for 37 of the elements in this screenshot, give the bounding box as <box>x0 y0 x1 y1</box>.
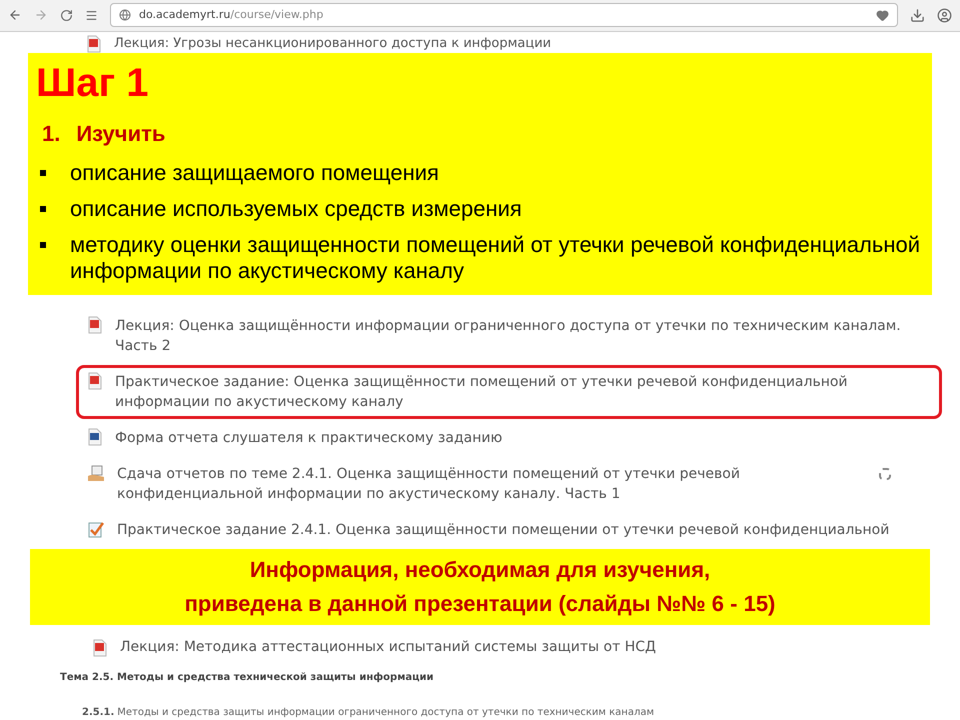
bullet-icon <box>40 206 46 212</box>
bullet-text: описание используемых средств измерения <box>70 196 523 222</box>
activity-link[interactable]: Практическое задание 2.4.1. Оценка защищённости помещении от утечки речевой конфиденциальной <box>117 520 931 540</box>
document-file-icon <box>87 428 103 446</box>
info-text: Информация, необходимая для изучения, <box>250 556 710 584</box>
list-number: 1. <box>42 120 60 148</box>
bullet-icon <box>40 170 46 176</box>
section-link[interactable]: Методы и средства защиты информации ограниченного доступа от утечки по техническим каналам <box>117 705 654 720</box>
pdf-file-icon <box>87 372 103 390</box>
url-text: do.academyrt.ru/course/view.php <box>139 7 324 24</box>
topic-heading: Тема 2.5. Методы и средства технической защиты информации <box>59 671 435 685</box>
activity-link[interactable]: Лекция: Оценка защищённости информации ограниченного доступа от утечки по техническим каналам. Часть 2 <box>115 316 931 356</box>
checked-paper-icon <box>87 520 105 538</box>
activity-link[interactable]: Лекция: Методика аттестационных испытаний системы защиты от НСД <box>120 637 656 658</box>
pdf-file-icon <box>92 638 108 656</box>
section-number: 2.5.1. <box>82 706 114 720</box>
activity-link[interactable]: Лекция: Угрозы несанкционированного доступа к информации <box>114 36 552 51</box>
pdf-file-icon <box>86 34 102 53</box>
info-text: приведена в данной презентации (слайды №№ 6 - 15) <box>184 590 776 618</box>
bullet-text: методику оценки защищенности помещений от утечки речевой конфиденциальной информации по акустическому каналу <box>70 232 921 284</box>
profile-icon[interactable] <box>937 8 952 23</box>
menu-icon[interactable] <box>85 8 98 22</box>
hand-with-paper-icon <box>87 464 105 482</box>
step-heading: Изучить <box>76 120 166 148</box>
reload-icon[interactable] <box>60 8 73 22</box>
activity-link[interactable]: Сдача отчетов по теме 2.4.1. Оценка защищённости помещений от утечки речевой конфиденциальной информации по акустическому каналу. Часть 1 <box>117 464 867 504</box>
bullet-icon <box>40 242 46 248</box>
activity-link[interactable]: Форма отчета слушателя к практическому заданию <box>115 428 931 448</box>
back-icon[interactable] <box>8 8 22 22</box>
activity-link[interactable]: Практическое задание: Оценка защищённости помещений от утечки речевой конфиденциальной информации по акустическому каналу <box>115 372 931 412</box>
globe-icon <box>119 9 131 22</box>
heart-icon[interactable] <box>876 8 889 22</box>
address-field[interactable]: do.academyrt.ru/course/view.php <box>110 3 898 28</box>
step-title: Шаг 1 <box>36 60 150 107</box>
pdf-file-icon <box>87 316 103 334</box>
download-icon[interactable] <box>910 8 925 23</box>
bullet-text: описание защищаемого помещения <box>70 160 440 186</box>
